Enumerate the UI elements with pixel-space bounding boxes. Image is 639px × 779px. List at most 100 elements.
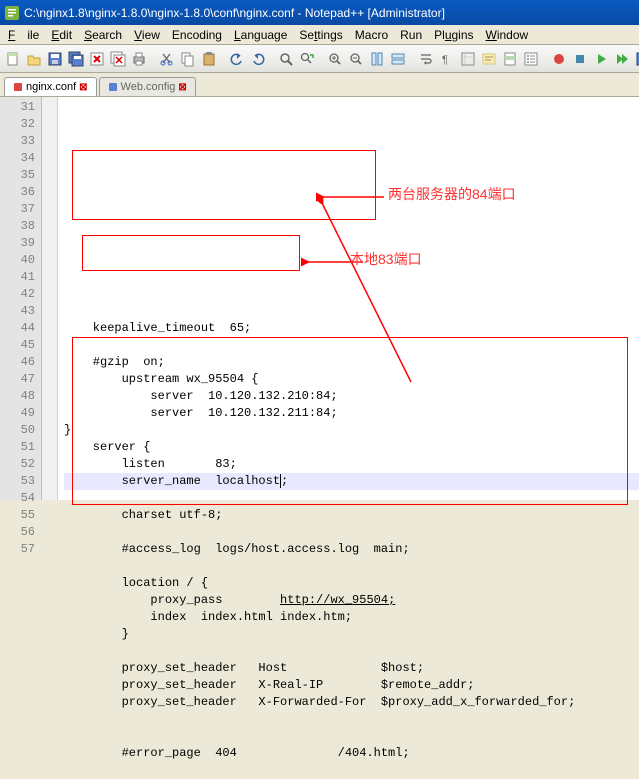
line-number: 47 (2, 371, 35, 388)
tab-close-icon[interactable]: ⊠ (79, 82, 87, 93)
code-line (64, 711, 639, 728)
wordwrap-button[interactable] (417, 48, 435, 70)
save-all-button[interactable] (67, 48, 85, 70)
menu-bar: File Edit Search View Encoding Language … (0, 25, 639, 45)
line-number: 39 (2, 235, 35, 252)
line-number: 51 (2, 439, 35, 456)
code-line: index index.html index.htm; (64, 609, 639, 626)
print-button[interactable] (130, 48, 148, 70)
zoom-in-button[interactable] (326, 48, 344, 70)
line-number: 36 (2, 184, 35, 201)
menu-plugins[interactable]: Plugins (428, 26, 479, 44)
annotation-box-upstream (72, 150, 376, 220)
line-number: 48 (2, 388, 35, 405)
code-line: proxy_set_header X-Real-IP $remote_addr; (64, 677, 639, 694)
code-line: #gzip on; (64, 354, 639, 371)
menu-view[interactable]: View (128, 26, 166, 44)
fold-margin (42, 97, 58, 500)
line-number: 34 (2, 150, 35, 167)
line-number: 35 (2, 167, 35, 184)
line-number: 31 (2, 99, 35, 116)
close-all-button[interactable] (109, 48, 127, 70)
tab-bar: nginx.conf ⊠ Web.config ⊠ (0, 73, 639, 97)
new-file-button[interactable] (4, 48, 22, 70)
code-line: proxy_set_header Host $host; (64, 660, 639, 677)
sync-v-button[interactable] (368, 48, 386, 70)
paste-button[interactable] (200, 48, 218, 70)
save-button[interactable] (46, 48, 64, 70)
code-line (64, 762, 639, 779)
code-line (64, 643, 639, 660)
zoom-out-button[interactable] (347, 48, 365, 70)
line-number: 54 (2, 490, 35, 507)
menu-search[interactable]: Search (78, 26, 128, 44)
line-number: 46 (2, 354, 35, 371)
save-macro-button[interactable] (634, 48, 639, 70)
code-line: upstream wx_95504 { (64, 371, 639, 388)
line-number: 41 (2, 269, 35, 286)
annotation-box-listen (82, 235, 300, 271)
code-line: server_name localhost; (64, 473, 639, 490)
stop-macro-button[interactable] (571, 48, 589, 70)
code-line (64, 337, 639, 354)
code-area[interactable]: 两台服务器的84端口 本地83端口 keepalive_timeout 65; … (58, 97, 639, 500)
code-line: } (64, 422, 639, 439)
redo-button[interactable] (249, 48, 267, 70)
arrow-1 (316, 190, 386, 204)
line-number: 49 (2, 405, 35, 422)
annotation-text-1: 两台服务器的84端口 (388, 186, 516, 203)
show-all-chars-button[interactable]: ¶ (438, 48, 456, 70)
line-number: 53 (2, 473, 35, 490)
line-number: 43 (2, 303, 35, 320)
menu-run[interactable]: Run (394, 26, 428, 44)
copy-button[interactable] (179, 48, 197, 70)
svg-text:¶: ¶ (442, 54, 448, 66)
menu-settings[interactable]: Settings (293, 26, 348, 44)
doc-map-button[interactable] (501, 48, 519, 70)
user-lang-button[interactable] (480, 48, 498, 70)
play-macro-button[interactable] (592, 48, 610, 70)
line-number: 56 (2, 524, 35, 541)
code-line: #access_log logs/host.access.log main; (64, 541, 639, 558)
code-line: location / { (64, 575, 639, 592)
menu-edit[interactable]: Edit (45, 26, 78, 44)
editor-area: 3132333435363738394041424344454647484950… (0, 97, 639, 500)
line-number: 42 (2, 286, 35, 303)
sync-h-button[interactable] (389, 48, 407, 70)
func-list-button[interactable] (522, 48, 540, 70)
menu-window[interactable]: Window (480, 26, 535, 44)
cut-button[interactable] (158, 48, 176, 70)
title-bar: C:\nginx1.8\nginx-1.8.0\nginx-1.8.0\conf… (0, 0, 639, 25)
find-button[interactable] (277, 48, 295, 70)
code-line: server 10.120.132.210:84; (64, 388, 639, 405)
tab-close-icon[interactable]: ⊠ (178, 82, 186, 93)
tab-saved-icon (108, 82, 118, 92)
code-line: listen 83; (64, 456, 639, 473)
line-number: 52 (2, 456, 35, 473)
tab-web-config[interactable]: Web.config ⊠ (99, 77, 196, 96)
code-line: server 10.120.132.211:84; (64, 405, 639, 422)
play-multi-button[interactable] (613, 48, 631, 70)
replace-button[interactable] (298, 48, 316, 70)
toolbar: ¶ (0, 45, 639, 73)
tab-nginx-conf[interactable]: nginx.conf ⊠ (4, 77, 97, 96)
menu-file[interactable]: File (2, 26, 45, 44)
indent-guide-button[interactable] (459, 48, 477, 70)
record-macro-button[interactable] (550, 48, 568, 70)
tab-label: nginx.conf (26, 81, 76, 93)
menu-language[interactable]: Language (228, 26, 293, 44)
app-icon (4, 5, 20, 21)
code-line: charset utf-8; (64, 507, 639, 524)
close-button[interactable] (88, 48, 106, 70)
open-file-button[interactable] (25, 48, 43, 70)
text-caret (280, 474, 281, 488)
menu-encoding[interactable]: Encoding (166, 26, 228, 44)
annotation-text-2: 本地83端口 (350, 251, 422, 268)
code-line (64, 490, 639, 507)
menu-macro[interactable]: Macro (349, 26, 394, 44)
tab-modified-icon (13, 82, 23, 92)
line-number-gutter: 3132333435363738394041424344454647484950… (0, 97, 42, 500)
undo-button[interactable] (228, 48, 246, 70)
code-line: server { (64, 439, 639, 456)
window-title: C:\nginx1.8\nginx-1.8.0\nginx-1.8.0\conf… (24, 6, 445, 20)
